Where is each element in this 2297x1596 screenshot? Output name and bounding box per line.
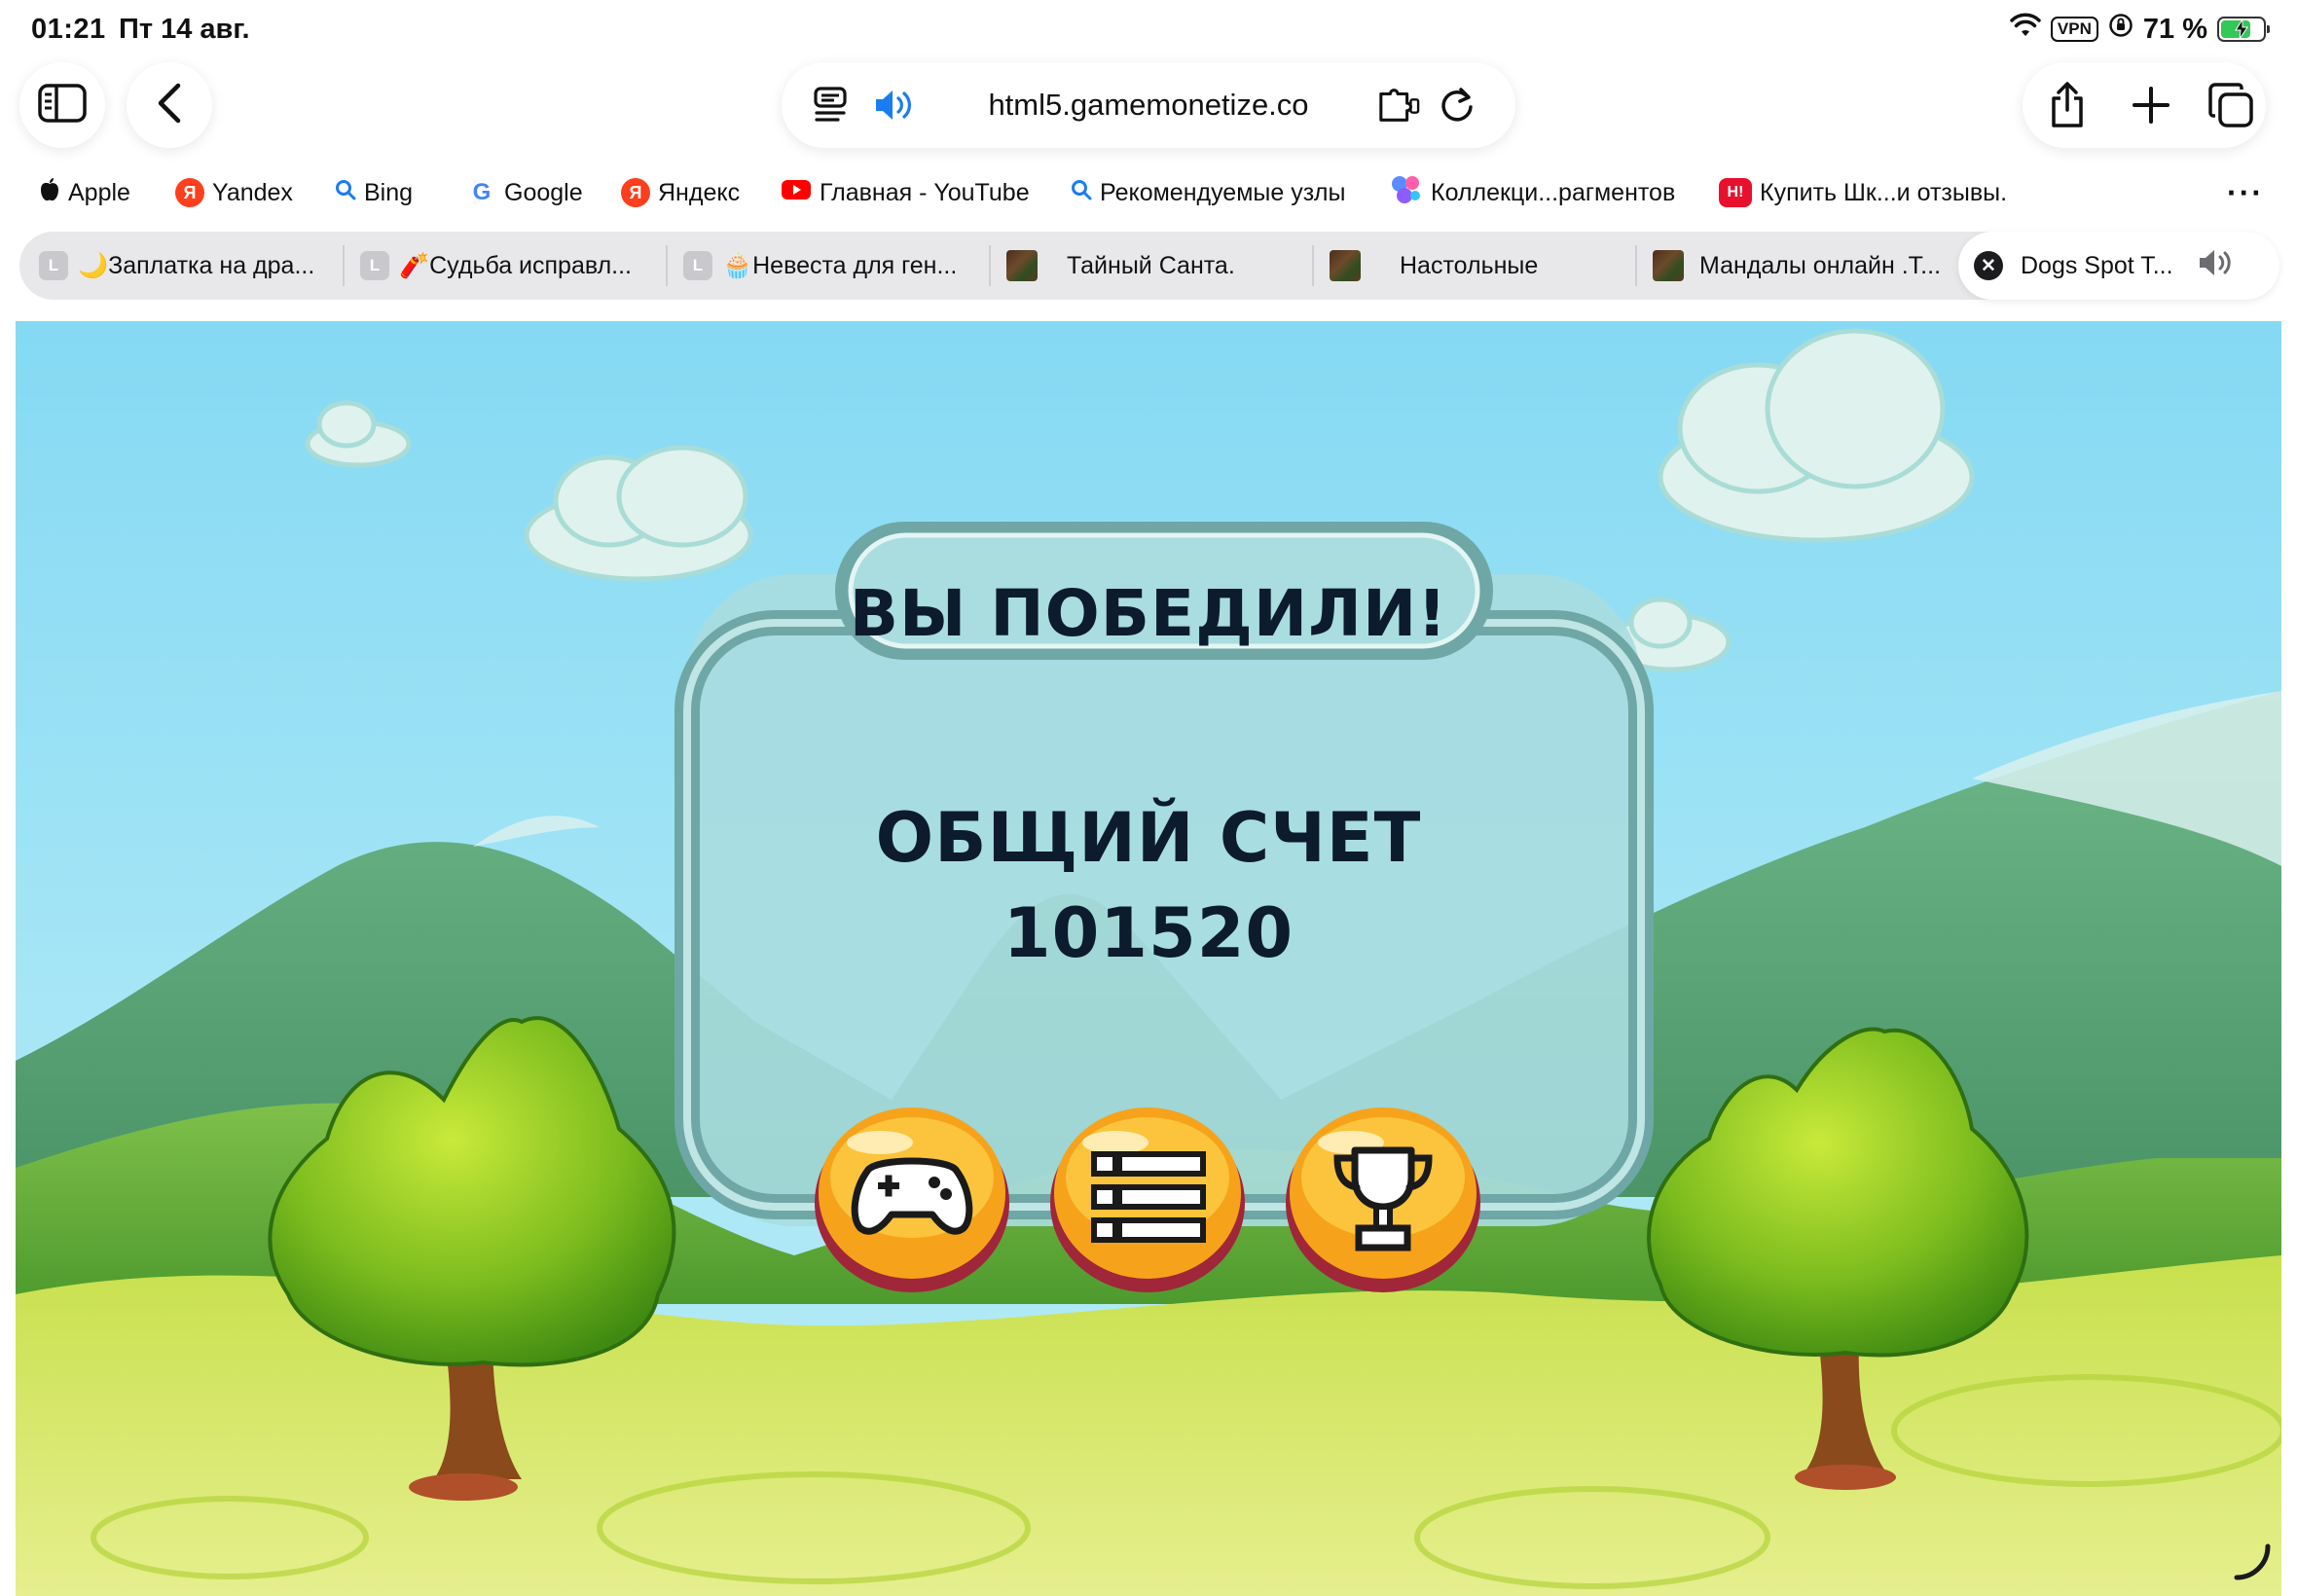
youtube-icon [781, 178, 812, 208]
apple-icon [39, 177, 60, 209]
victory-title: ВЫ ПОБЕДИЛИ! [849, 576, 1448, 651]
battery-charging-icon [2217, 17, 2270, 42]
favorite-yandex[interactable]: Я Yandex [175, 173, 293, 212]
share-icon[interactable] [2044, 82, 2091, 128]
toolbar-actions [2023, 62, 2266, 148]
close-tab-icon[interactable]: ✕ [1974, 251, 2003, 280]
tab-favicon: L [683, 251, 712, 280]
favorite-shop[interactable]: Н! Купить Шк...и отзывы. [1719, 173, 2007, 212]
tab-bar: L 🌙Заплатка на дра... L 🧨Судьба исправл.… [19, 232, 2279, 300]
total-score-label: ОБЩИЙ СЧЕТ [875, 798, 1422, 878]
tab-title: Настольные [1400, 251, 1539, 279]
tab-title: 🧁Невеста для ген... [722, 251, 958, 279]
status-time: 01:21 [31, 14, 106, 45]
battery-percent: 71 % [2142, 13, 2207, 45]
loading-spinner-icon [2231, 1541, 2274, 1588]
tab-3[interactable]: L 🧁Невеста для ген... [668, 232, 989, 300]
total-score-value: 101520 [1003, 893, 1294, 973]
play-again-button[interactable] [812, 1100, 1012, 1294]
shop-icon: Н! [1719, 178, 1752, 207]
status-bar: 01:21 Пт 14 авг. VPN 71 % [0, 0, 2297, 58]
tab-thumbnail [1006, 250, 1038, 281]
tab-title: Мандалы онлайн .Т... [1699, 251, 1942, 279]
favorite-bing[interactable]: Bing [335, 173, 413, 212]
back-button[interactable] [127, 62, 212, 148]
search-icon [1071, 179, 1092, 207]
level-menu-button[interactable] [1047, 1100, 1248, 1294]
tab-thumbnail [1653, 250, 1684, 281]
tabs-icon[interactable] [2207, 82, 2254, 128]
address-bar[interactable]: html5.gamemonetize.co [782, 62, 1515, 148]
tab-7-active[interactable]: ✕ Dogs Spot T... [1958, 232, 2279, 300]
tab-2[interactable]: L 🧨Судьба исправл... [345, 232, 666, 300]
search-icon [335, 179, 356, 207]
sidebar-button[interactable] [19, 62, 105, 148]
tab-5[interactable]: Настольные [1314, 232, 1635, 300]
status-indicators: VPN 71 % [2010, 12, 2270, 47]
tab-1[interactable]: L 🌙Заплатка на дра... [19, 232, 341, 300]
sidebar-icon [38, 83, 87, 127]
tab-favicon: L [39, 251, 68, 280]
favorites-more-button[interactable]: ··· [2227, 175, 2264, 211]
collections-icon [1390, 174, 1423, 212]
reload-icon[interactable] [1436, 84, 1478, 127]
tab-4[interactable]: Тайный Санта. [991, 232, 1312, 300]
game-canvas[interactable]: ВЫ ПОБЕДИЛИ! ОБЩИЙ СЧЕТ 101520 [16, 321, 2281, 1596]
tab-title: Dogs Spot T... [2021, 251, 2173, 279]
google-icon: G [467, 178, 496, 207]
favorite-apple[interactable]: Apple [39, 173, 130, 212]
back-icon [155, 82, 184, 129]
orientation-lock-icon [2108, 13, 2133, 46]
favorites-bar: Apple Я Yandex Bing G Google Я Яндекс Гл… [0, 167, 2297, 216]
tab-favicon: L [360, 251, 389, 280]
leaderboard-button[interactable] [1283, 1100, 1483, 1294]
status-date: Пт 14 авг. [119, 14, 250, 45]
yandex-icon: Я [621, 178, 650, 207]
favorite-yandex-ru[interactable]: Я Яндекс [621, 173, 740, 212]
tab-title: 🧨Судьба исправл... [399, 251, 633, 279]
tab-title: 🌙Заплатка на дра... [78, 251, 315, 279]
favorite-collections[interactable]: Коллекци...рагментов [1390, 173, 1675, 212]
favorite-recommended[interactable]: Рекомендуемые узлы [1071, 173, 1345, 212]
plus-icon[interactable] [2128, 82, 2174, 128]
favorite-youtube[interactable]: Главная - YouTube [781, 173, 1030, 212]
tab-6[interactable]: Мандалы онлайн .Т... [1637, 232, 1958, 300]
speaker-icon[interactable] [2197, 247, 2236, 285]
wifi-icon [2010, 13, 2041, 46]
tab-thumbnail [1330, 250, 1361, 281]
vpn-icon: VPN [2050, 17, 2098, 42]
tab-title: Тайный Санта. [1067, 251, 1235, 279]
yandex-icon: Я [175, 178, 204, 207]
favorite-google[interactable]: G Google [467, 173, 583, 212]
extension-icon[interactable] [1377, 84, 1420, 127]
